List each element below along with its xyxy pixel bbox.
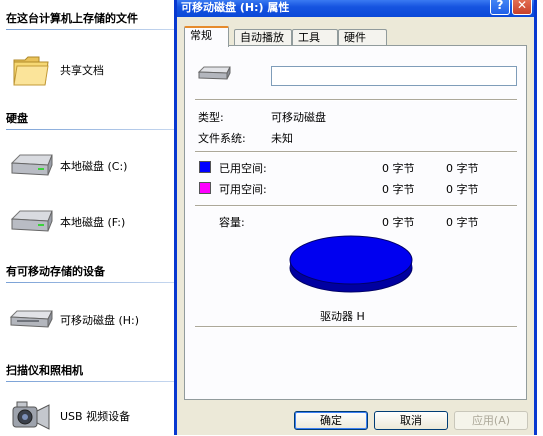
removable-disk-h-item[interactable]: 可移动磁盘 (H:): [8, 300, 139, 340]
disk-usage-pie: [289, 235, 413, 293]
drive-icon: [197, 64, 233, 87]
usb-video-device-item[interactable]: USB 视频设备: [8, 396, 130, 436]
type-label: 类型:: [198, 111, 224, 124]
free-space-swatch: [199, 182, 211, 194]
ok-button[interactable]: 确定: [294, 411, 368, 430]
separator: [195, 151, 517, 153]
hard-disk-icon: [8, 202, 54, 242]
removable-disk-h-label: 可移动磁盘 (H:): [60, 314, 140, 327]
properties-dialog: 可移动磁盘 (H:) 属性 ? ✕ 常规 自动播放 工具 硬件 类型: 可移动磁…: [174, 0, 537, 435]
drive-label: 驱动器 H: [320, 310, 365, 323]
used-space-size: 0 字节: [446, 162, 479, 175]
shared-documents-item[interactable]: 共享文档: [8, 50, 104, 90]
local-disk-c-item[interactable]: 本地磁盘 (C:): [8, 146, 127, 186]
local-disk-f-item[interactable]: 本地磁盘 (F:): [8, 202, 125, 242]
separator: [195, 99, 517, 101]
separator: [195, 205, 517, 207]
general-tab-panel: 类型: 可移动磁盘 文件系统: 未知 已用空间: 0 字节 0 字节 可用空间:…: [184, 45, 527, 400]
tab-hardware[interactable]: 硬件: [338, 29, 387, 46]
file-system-label: 文件系统:: [198, 132, 246, 145]
file-system-value: 未知: [271, 132, 293, 145]
separator: [195, 326, 517, 328]
cancel-button[interactable]: 取消: [374, 411, 448, 430]
local-disk-f-label: 本地磁盘 (F:): [60, 216, 126, 229]
tab-autoplay[interactable]: 自动播放: [234, 29, 292, 46]
explorer-pane: 在这台计算机上存储的文件 共享文档 硬盘 本地磁盘 (C:) 本地磁盘 (F:)…: [0, 0, 426, 436]
drive-name-input[interactable]: [271, 66, 517, 86]
free-space-label: 可用空间:: [219, 183, 267, 196]
free-space-size: 0 字节: [446, 183, 479, 196]
used-space-bytes: 0 字节: [382, 162, 415, 175]
group-header-hard-disks: 硬盘: [6, 112, 28, 125]
capacity-bytes: 0 字节: [382, 216, 415, 229]
help-button[interactable]: ?: [490, 0, 510, 15]
tab-general[interactable]: 常规: [184, 26, 229, 47]
title-bar[interactable]: 可移动磁盘 (H:) 属性 ? ✕: [177, 0, 534, 17]
apply-button[interactable]: 应用(A): [454, 411, 528, 430]
local-disk-c-label: 本地磁盘 (C:): [60, 160, 128, 173]
removable-drive-icon: [8, 300, 54, 340]
close-button[interactable]: ✕: [512, 0, 532, 15]
used-space-swatch: [199, 161, 211, 173]
type-value: 可移动磁盘: [271, 111, 326, 124]
tab-tools[interactable]: 工具: [292, 29, 338, 46]
usb-video-device-label: USB 视频设备: [60, 410, 131, 423]
capacity-label: 容量:: [219, 216, 245, 229]
folder-icon: [8, 50, 54, 90]
used-space-label: 已用空间:: [219, 162, 267, 175]
group-header-scanners-cameras: 扫描仪和照相机: [6, 364, 83, 377]
camera-icon: [8, 396, 54, 436]
free-space-bytes: 0 字节: [382, 183, 415, 196]
shared-documents-label: 共享文档: [60, 64, 104, 77]
dialog-title: 可移动磁盘 (H:) 属性: [181, 1, 290, 14]
capacity-size: 0 字节: [446, 216, 479, 229]
hard-disk-icon: [8, 146, 54, 186]
group-header-removable: 有可移动存储的设备: [6, 265, 105, 278]
group-header-stored-files: 在这台计算机上存储的文件: [6, 12, 138, 25]
